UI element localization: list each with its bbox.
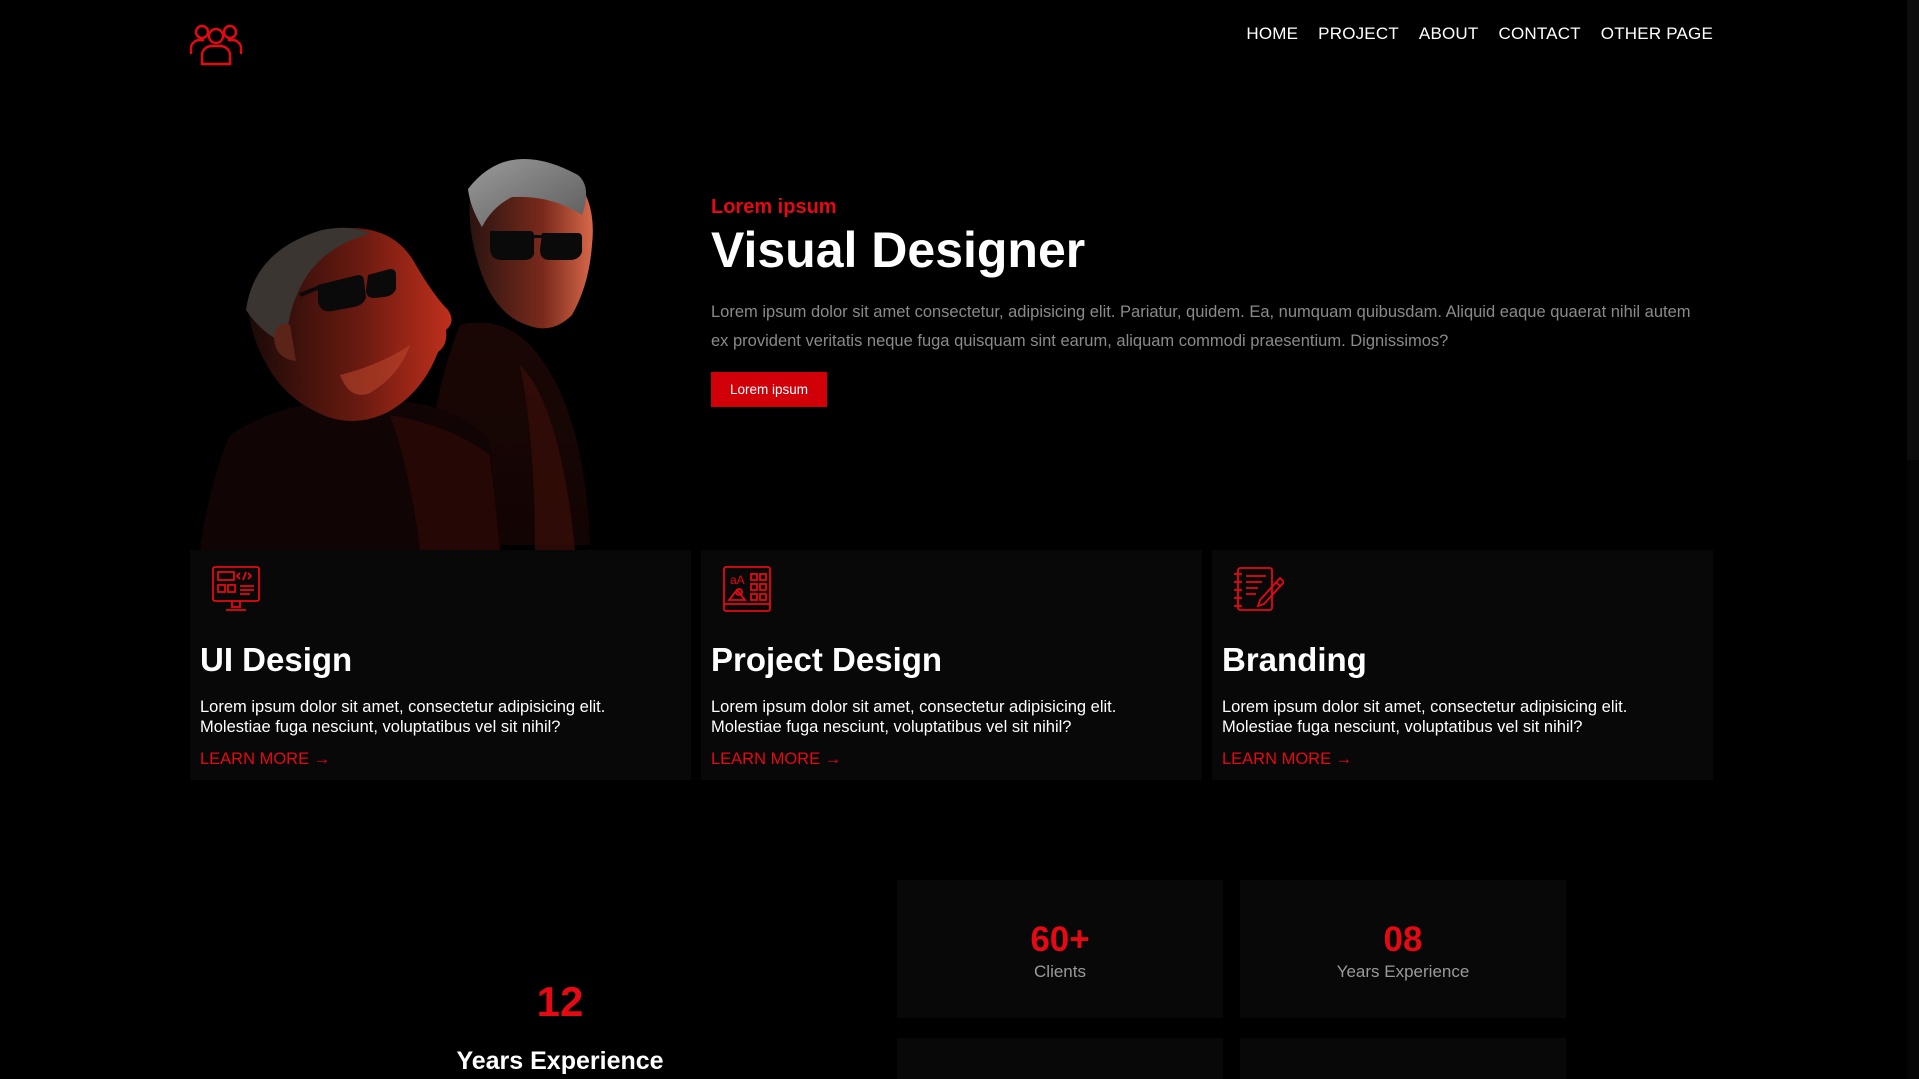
stat-card-empty	[1240, 1038, 1566, 1079]
service-description: Lorem ipsum dolor sit amet, consectetur …	[711, 698, 1117, 736]
stat-card-years: 08 Years Experience	[1240, 880, 1566, 1018]
stat-card-empty	[897, 1038, 1223, 1079]
hero-eyebrow: Lorem ipsum	[711, 196, 837, 218]
main-nav: HOME PROJECT ABOUT CONTACT OTHER PAGE	[1246, 24, 1713, 44]
scrollbar-thumb[interactable]	[1907, 0, 1919, 460]
hero-section: Lorem ipsum Visual Designer Lorem ipsum …	[711, 196, 1701, 407]
branding-icon	[1234, 567, 1286, 611]
hero-portrait-image	[200, 158, 593, 550]
svg-text:aA: aA	[730, 573, 745, 587]
service-title: Branding	[1222, 641, 1367, 678]
service-title: UI Design	[200, 641, 353, 678]
service-description: Lorem ipsum dolor sit amet, consectetur …	[1222, 698, 1628, 736]
project-design-icon: aA	[723, 566, 771, 612]
stat-label: Clients	[1034, 962, 1086, 981]
stat-label: Years Experience	[1336, 962, 1470, 981]
service-title: Project Design	[711, 641, 943, 678]
learn-more-link[interactable]: LEARN MORE →	[711, 750, 841, 769]
service-description: Lorem ipsum dolor sit amet, consectetur …	[200, 698, 606, 736]
nav-contact[interactable]: CONTACT	[1498, 24, 1580, 44]
learn-more-link[interactable]: LEARN MORE →	[200, 750, 330, 769]
page: HOME PROJECT ABOUT CONTACT OTHER PAGE Lo…	[0, 0, 1919, 1079]
highlight-stat-number: 12	[536, 978, 584, 1025]
team-logo-icon[interactable]	[188, 22, 244, 66]
service-card-ui-design: UI Design Lorem ipsum dolor sit amet, co…	[190, 550, 691, 780]
highlight-stat-label: Years Experience	[456, 1047, 664, 1075]
service-card-project-design: aA Project Design Lorem ipsum dolor sit …	[701, 550, 1202, 780]
nav-about[interactable]: ABOUT	[1419, 24, 1479, 44]
stat-number: 60+	[1030, 920, 1090, 959]
service-card-branding: Branding Lorem ipsum dolor sit amet, con…	[1212, 550, 1713, 780]
nav-home[interactable]: HOME	[1246, 24, 1298, 44]
ui-design-icon	[212, 566, 260, 611]
learn-more-link[interactable]: LEARN MORE →	[1222, 750, 1352, 769]
hero-cta-button[interactable]: Lorem ipsum	[711, 372, 828, 407]
hero-title: Visual Designer	[711, 222, 1086, 278]
stat-card-clients: 60+ Clients	[897, 880, 1223, 1018]
scrollbar-track[interactable]	[1907, 0, 1919, 1079]
hero-description: Lorem ipsum dolor sit amet consectetur, …	[711, 303, 1691, 350]
nav-project[interactable]: PROJECT	[1318, 24, 1399, 44]
stat-number: 08	[1383, 920, 1423, 959]
services-section: UI Design Lorem ipsum dolor sit amet, co…	[190, 550, 1713, 780]
nav-other-page[interactable]: OTHER PAGE	[1601, 24, 1713, 44]
